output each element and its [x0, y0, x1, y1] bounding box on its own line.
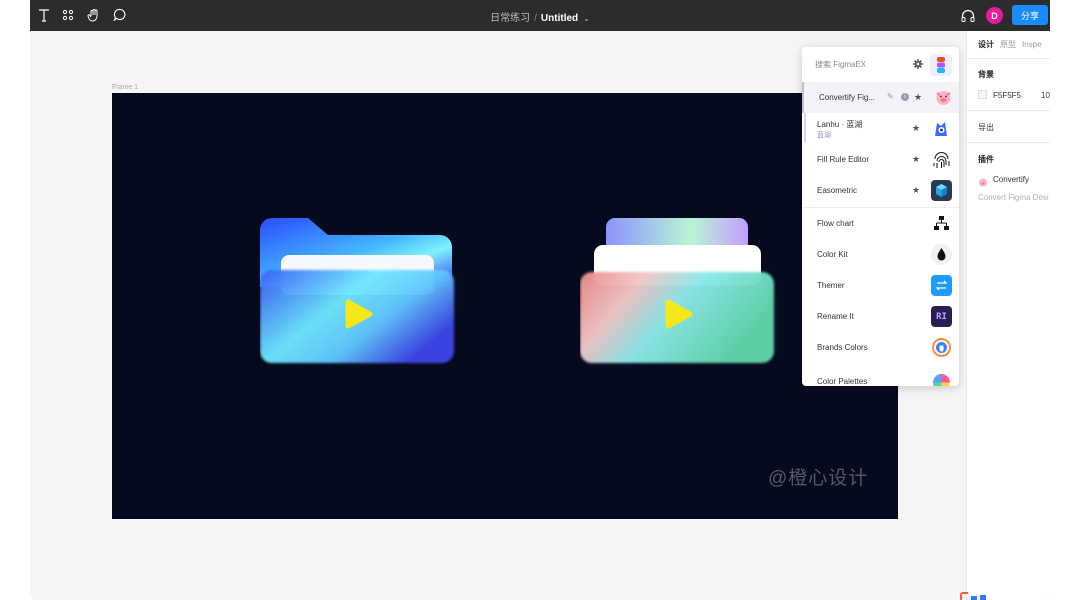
plugin-item-label: Easometric [817, 186, 858, 195]
toolbar: 日常练习 / Untitled ⌄ D 分享 [30, 0, 1050, 31]
star-icon[interactable]: ★ [912, 123, 920, 134]
plugin-item-label: Fill Rule Editor [817, 155, 870, 164]
cube-icon [931, 180, 952, 201]
background-swatch[interactable] [978, 90, 987, 99]
panel-divider [967, 110, 1050, 111]
fingerprint-icon [931, 149, 952, 170]
tab-prototype[interactable]: 原型 [1000, 40, 1016, 49]
document-title[interactable]: 日常练习 / Untitled ⌄ [30, 9, 1050, 24]
star-icon[interactable]: ★ [912, 185, 920, 196]
plugin-item-label: Flow chart [817, 219, 854, 228]
plugin-item-label: Themer [817, 281, 845, 290]
plugin-search-bar: 搜索 FigmaEX [802, 47, 959, 82]
background-color-value[interactable]: F5F5F5 [993, 91, 1021, 100]
rename-icon: RI [931, 306, 952, 327]
properties-panel: 设计 原型 Inspe 背景 F5F5F5 10 导出 插件 Convertify … [966, 31, 1050, 600]
panel-tabs: 设计 原型 Inspe [978, 39, 1048, 50]
palette-icon [931, 372, 952, 386]
plugin-item-fill-rule-editor[interactable]: Fill Rule Editor ★ [802, 144, 959, 175]
plugin-item-easometric[interactable]: Easometric ★ [802, 175, 959, 206]
corner-logo-icon [960, 592, 986, 600]
plugin-item-flow-chart[interactable]: Flow chart [802, 208, 959, 239]
plugin-search-input[interactable]: 搜索 FigmaEX [815, 59, 866, 70]
flowchart-icon [931, 213, 952, 234]
plugin-item-label: Lanhu · 蓝湖 [817, 120, 863, 129]
frame-1[interactable]: @橙心设计 [112, 93, 898, 519]
drop-icon [931, 244, 952, 265]
plugin-item-convertify[interactable]: Convertify Fig... ✎ i ★ [802, 82, 959, 113]
plugin-item-sublabel: 蓝湖 [817, 132, 831, 139]
export-heading[interactable]: 导出 [978, 122, 994, 133]
swap-icon [931, 275, 952, 296]
plugin-item-color-palettes[interactable]: Color Palettes [802, 363, 959, 386]
plugin-item-color-kit[interactable]: Color Kit [802, 239, 959, 270]
folder-icon-blue[interactable] [260, 215, 460, 367]
headphones-icon[interactable] [960, 8, 976, 24]
folder-icon-gradient[interactable] [580, 215, 780, 367]
tab-inspect[interactable]: Inspe [1022, 40, 1042, 49]
pig-icon [978, 174, 988, 187]
brand-icon [931, 337, 952, 358]
pencil-icon[interactable]: ✎ [887, 92, 894, 101]
chevron-down-icon[interactable]: ⌄ [583, 14, 590, 23]
info-icon[interactable]: i [901, 93, 909, 101]
figma-app: 日常练习 / Untitled ⌄ D 分享 Frame 1 @橙心设计 搜索 … [30, 0, 1050, 600]
plugin-item-themer[interactable]: Themer [802, 270, 959, 301]
panel-divider [967, 142, 1050, 143]
plugin-item-label: Convertify Fig... [819, 93, 876, 102]
figmaex-plugin-popup: 搜索 FigmaEX Convertify Fig... ✎ i ★ Lanhu… [802, 47, 959, 386]
plugin-item-lanhu[interactable]: Lanhu · 蓝湖 蓝湖 ★ [802, 113, 959, 144]
watermark-text: @橙心设计 [768, 468, 869, 489]
plugin-name[interactable]: Convertify [993, 175, 1029, 184]
frame-label[interactable]: Frame 1 [112, 84, 138, 91]
plugin-item-brands-colors[interactable]: Brands Colors [802, 332, 959, 363]
background-heading: 背景 [978, 70, 994, 79]
title-separator: / [534, 13, 537, 24]
star-icon[interactable]: ★ [912, 154, 920, 165]
avatar[interactable]: D [986, 7, 1003, 24]
plugin-item-label: Rename It [817, 312, 854, 321]
lanhu-icon [931, 118, 952, 139]
file-name[interactable]: Untitled [541, 13, 578, 24]
panel-divider [967, 58, 1050, 59]
tab-design[interactable]: 设计 [978, 40, 994, 49]
gear-icon[interactable] [912, 58, 924, 70]
figmaex-logo-icon [930, 54, 952, 76]
star-icon[interactable]: ★ [914, 92, 922, 103]
pig-icon [933, 87, 954, 108]
plugin-item-label: Color Kit [817, 250, 848, 259]
plugins-heading: 插件 [978, 155, 994, 164]
plugin-description: Convert Figma Desi [978, 193, 1049, 202]
share-button[interactable]: 分享 [1012, 5, 1048, 25]
plugin-item-label: Color Palettes [817, 377, 868, 386]
background-opacity-value[interactable]: 10 [1041, 91, 1050, 100]
project-name[interactable]: 日常练习 [490, 13, 530, 24]
plugin-item-label: Brands Colors [817, 343, 868, 352]
plugin-item-rename-it[interactable]: Rename It RI [802, 301, 959, 332]
